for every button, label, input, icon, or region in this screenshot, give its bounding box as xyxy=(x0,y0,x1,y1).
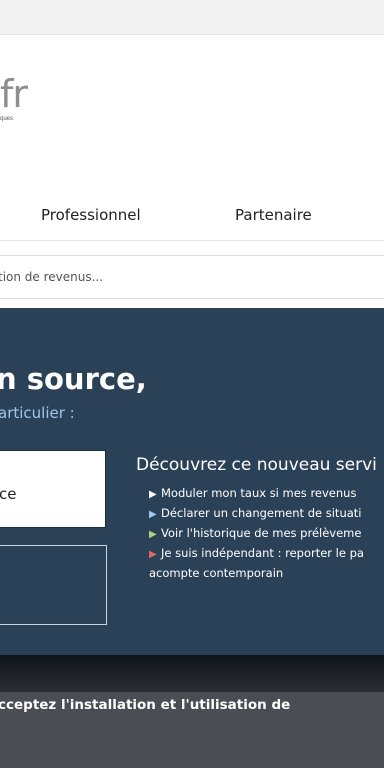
service-panel-title: Découvrez ce nouveau servi xyxy=(136,455,377,475)
service-item-historique[interactable]: ▶ Voir l'historique de mes prélèveme xyxy=(136,524,384,544)
service-item-continuation: acompte contemporain xyxy=(149,566,284,580)
shadow-band xyxy=(0,655,384,692)
service-list: ▶ Moduler mon taux si mes revenus ▶ Déclar… xyxy=(136,484,384,582)
logo-subtext: ques xyxy=(0,116,14,122)
service-item-label: Moduler mon taux si mes revenus xyxy=(161,486,357,500)
site-logo[interactable]: fr ques xyxy=(0,62,60,132)
triangle-right-icon: ▶ xyxy=(149,489,157,500)
service-item-independant[interactable]: ▶ Je suis indépendant : reporter le pa ac… xyxy=(136,544,384,582)
logo-text: fr xyxy=(0,72,28,116)
triangle-right-icon: ▶ xyxy=(149,509,157,520)
nav-item-professionnel[interactable]: Professionnel xyxy=(41,206,141,224)
browser-top-bar xyxy=(0,0,384,35)
primary-access-label: ce xyxy=(0,485,17,503)
hero-banner: n source, articulier : ce Découvrez ce n… xyxy=(0,308,384,655)
hero-subtitle: articulier : xyxy=(0,404,75,422)
service-item-moduler[interactable]: ▶ Moduler mon taux si mes revenus xyxy=(136,484,384,504)
search-input[interactable] xyxy=(0,256,384,298)
service-item-label: Voir l'historique de mes prélèveme xyxy=(161,526,362,540)
triangle-right-icon: ▶ xyxy=(149,549,157,560)
primary-access-button[interactable]: ce xyxy=(0,450,106,528)
triangle-right-icon: ▶ xyxy=(149,529,157,540)
service-item-label: Déclarer un changement de situati xyxy=(161,506,362,520)
service-item-declarer[interactable]: ▶ Déclarer un changement de situati xyxy=(136,504,384,524)
service-item-label: Je suis indépendant : reporter le pa xyxy=(161,546,364,560)
cookie-banner: cceptez l'installation et l'utilisation … xyxy=(0,692,384,768)
search-bar xyxy=(0,255,384,299)
nav-divider xyxy=(0,240,384,241)
nav-item-partenaire[interactable]: Partenaire xyxy=(235,206,312,224)
hero-title: n source, xyxy=(0,362,147,396)
secondary-access-button[interactable] xyxy=(0,545,107,625)
main-nav: Professionnel Partenaire xyxy=(0,200,384,240)
cookie-text: cceptez l'installation et l'utilisation … xyxy=(0,697,291,713)
